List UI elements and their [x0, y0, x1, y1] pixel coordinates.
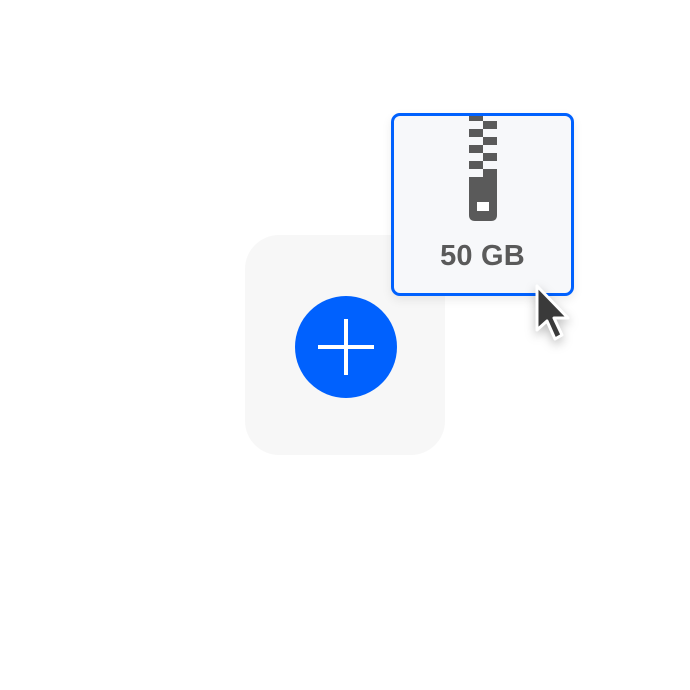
dragged-file-card[interactable]: 50 GB [391, 113, 574, 296]
plus-icon [318, 319, 374, 375]
zip-file-icon [469, 116, 497, 221]
file-size-label: 50 GB [440, 240, 525, 272]
pointer-cursor-icon [535, 284, 570, 341]
upload-stage: 50 GB [0, 0, 690, 690]
add-file-button[interactable] [295, 296, 397, 398]
